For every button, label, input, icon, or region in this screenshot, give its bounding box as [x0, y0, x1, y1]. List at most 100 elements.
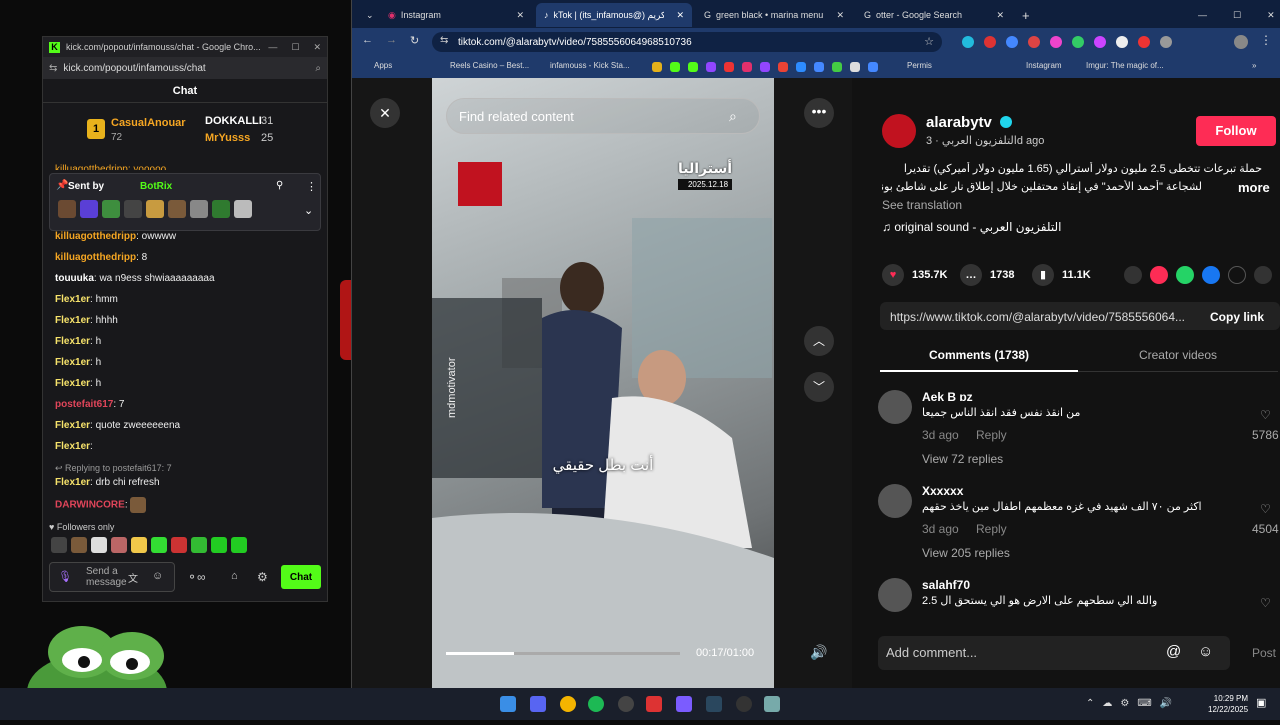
comment-avatar[interactable]	[878, 390, 912, 424]
star-icon[interactable]: ☆	[924, 35, 934, 48]
steam-icon[interactable]	[706, 696, 722, 712]
tab-instagram[interactable]: ◉ Instagram ✕	[380, 3, 532, 27]
pinned-message[interactable]: 📌 Sent by BotRix ⚲ ⋮ ⌄	[49, 173, 321, 231]
tab-comments[interactable]: Comments (1738)	[880, 342, 1078, 372]
bookmark-icons[interactable]	[652, 62, 878, 72]
chat-username[interactable]: Flex1er	[55, 441, 90, 452]
more-options-button[interactable]: •••	[804, 98, 834, 128]
follow-button[interactable]: Follow	[1196, 116, 1276, 146]
site-info-icon[interactable]: ⇆	[49, 63, 57, 74]
bookmark-instagram[interactable]: Instagram	[1026, 61, 1062, 70]
more-options-icon[interactable]: ⋮	[306, 180, 317, 193]
share-icons[interactable]	[1124, 266, 1272, 284]
comment-input-bar[interactable]: Add comment... @ ☺	[878, 636, 1230, 670]
close-tab-icon[interactable]: ✕	[676, 10, 684, 21]
address-bar[interactable]: ⇆ tiktok.com/@alarabytv/video/7585556064…	[432, 32, 942, 52]
chat-username[interactable]: postefait617	[55, 399, 113, 410]
app-icon[interactable]	[736, 696, 752, 712]
notification-icon[interactable]: ▣	[1256, 696, 1266, 709]
comment-username[interactable]: salahf70	[922, 578, 970, 592]
author-avatar[interactable]	[882, 114, 916, 148]
forward-icon[interactable]: →	[386, 34, 397, 46]
leaderboard-name[interactable]: DOKKALLI	[205, 115, 262, 127]
view-replies-button[interactable]: View 72 replies	[922, 452, 1003, 466]
post-comment-button[interactable]: Post	[1252, 646, 1276, 660]
comment-like-icon[interactable]: ♡	[1260, 502, 1271, 516]
video-progress-track[interactable]	[446, 652, 680, 655]
zoom-icon[interactable]: ⌕	[315, 63, 321, 74]
maximize-icon[interactable]: ☐	[291, 42, 299, 53]
more-link[interactable]: more	[1238, 180, 1270, 195]
see-translation-link[interactable]: See translation	[882, 198, 962, 212]
video-search-bar[interactable]: Find related content ⌕	[446, 98, 760, 134]
chat-username[interactable]: Flex1er	[55, 357, 90, 368]
pinned-bot-name[interactable]: BotRix	[140, 181, 172, 192]
new-tab-button[interactable]: +	[1014, 3, 1038, 27]
back-icon[interactable]: ←	[362, 34, 373, 46]
spotify-icon[interactable]	[588, 696, 604, 712]
app-icon[interactable]	[646, 696, 662, 712]
tab-google-1[interactable]: G green black • marina menu - G ✕	[696, 3, 852, 27]
discord-icon[interactable]	[530, 696, 546, 712]
close-tab-icon[interactable]: ✕	[516, 10, 524, 21]
close-video-button[interactable]: ✕	[370, 98, 400, 128]
video-link[interactable]: https://www.tiktok.com/@alarabytv/video/…	[890, 310, 1200, 324]
tab-creator-videos[interactable]: Creator videos	[1078, 342, 1278, 372]
video-frame[interactable]: أستراليا 2025.12.18 mdmotivator أنت بطل …	[432, 78, 774, 688]
copy-link-button[interactable]: Copy link	[1210, 310, 1264, 324]
next-video-button[interactable]: ﹀	[804, 372, 834, 402]
chat-username[interactable]: Flex1er	[55, 315, 90, 326]
unpin-icon[interactable]: ⚲	[276, 180, 283, 191]
bookmark-imgur[interactable]: Imgur: The magic of...	[1086, 61, 1164, 70]
translate-icon[interactable]: 文	[128, 570, 138, 585]
bookmark-kick[interactable]: infamouss - Kick Sta...	[550, 61, 630, 70]
send-chat-button[interactable]: Chat	[281, 565, 321, 589]
save-button[interactable]: ▮ 11.1K	[1032, 264, 1091, 286]
tab-tiktok[interactable]: ♪ kTok | (its_infamous@) كريم ✕	[536, 3, 692, 27]
close-icon[interactable]: ✕	[1267, 10, 1275, 21]
search-icon[interactable]: ⌕	[729, 108, 737, 125]
chat-username[interactable]: Flex1er	[55, 294, 90, 305]
comment-like-icon[interactable]: ♡	[1260, 408, 1271, 422]
clock[interactable]: 10:29 PM 12/22/2025	[1208, 693, 1248, 715]
chevron-down-icon[interactable]: ⌄	[304, 204, 313, 217]
close-tab-icon[interactable]: ✕	[996, 10, 1004, 21]
comment-like-icon[interactable]: ♡	[1260, 596, 1271, 610]
sound-link[interactable]: ♫ original sound - التلفزيون العربي	[882, 220, 1061, 234]
mic-icon[interactable]: 🎙	[58, 570, 72, 583]
profile-avatar[interactable]	[1234, 35, 1248, 49]
window-controls[interactable]: — ☐ ✕	[1190, 3, 1280, 27]
like-button[interactable]: ♥ 135.7K	[882, 264, 947, 286]
leaderboard-name[interactable]: CasualAnouar	[111, 117, 186, 129]
kick-address-bar[interactable]: ⇆ kick.com/popout/infamouss/chat ⌕	[43, 57, 327, 79]
maximize-icon[interactable]: ☐	[1233, 10, 1241, 21]
emote-bar[interactable]	[51, 537, 247, 553]
comment-button[interactable]: … 1738	[960, 264, 1014, 286]
close-tab-icon[interactable]: ✕	[836, 10, 844, 21]
site-info-icon[interactable]: ⇆	[440, 35, 448, 46]
minimize-icon[interactable]: —	[1198, 10, 1207, 20]
reply-button[interactable]: Reply	[976, 428, 1007, 442]
bookmarks-overflow-icon[interactable]: »	[1252, 61, 1256, 70]
author-name[interactable]: alarabytv	[926, 114, 992, 131]
app-icon[interactable]	[676, 696, 692, 712]
chat-username[interactable]: Flex1er	[55, 378, 90, 389]
bookmark-apps[interactable]: Apps	[374, 61, 392, 70]
windows-start-icon[interactable]	[500, 696, 516, 712]
minimize-icon[interactable]: —	[268, 42, 277, 53]
comment-username[interactable]: Aek B ɒz	[922, 390, 973, 404]
close-icon[interactable]: ✕	[313, 42, 321, 53]
infinity-icon[interactable]: ⚬∞	[187, 570, 206, 584]
view-replies-button[interactable]: View 205 replies	[922, 546, 1010, 560]
chat-username[interactable]: Flex1er	[55, 336, 90, 347]
mention-icon[interactable]: @	[1166, 643, 1181, 660]
settings-icon[interactable]: ⚙	[257, 570, 268, 584]
obs-icon[interactable]	[618, 696, 634, 712]
reply-button[interactable]: Reply	[976, 522, 1007, 536]
leaderboard-name[interactable]: MrYusss	[205, 132, 250, 144]
chat-input[interactable]: 🎙 Send a message 文 ☺	[49, 562, 175, 592]
bookmark-reels-casino[interactable]: Reels Casino – Best...	[450, 61, 529, 70]
chat-username[interactable]: killuagotthedripp	[55, 252, 136, 263]
comment-avatar[interactable]	[878, 484, 912, 518]
store-icon[interactable]: ⌂	[231, 570, 238, 582]
